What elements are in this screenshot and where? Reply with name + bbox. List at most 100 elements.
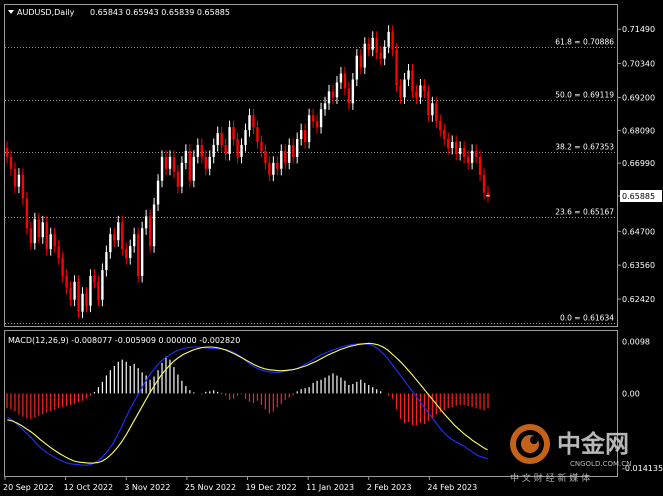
candle-body [299,130,303,140]
candle-body [172,156,176,172]
candle-body [315,121,319,128]
candle-body [423,85,426,92]
candle-body [65,275,68,288]
symbol-header[interactable]: AUDUSD,Daily 0.65843 0.65943 0.65839 0.6… [8,8,230,17]
watermark-brand: 中金网 [557,430,629,458]
candle-body [133,234,136,247]
candle-body [363,43,366,68]
candle-body [280,150,283,169]
candle-body [323,103,327,110]
cngold-logo-icon [510,424,550,464]
candle-body [180,162,184,187]
candle-body [5,147,9,157]
candle-body [224,144,227,154]
candle-body [264,150,267,163]
candle-body [192,156,196,181]
candle-body [101,269,104,300]
candle-body [17,174,21,187]
candle-body [387,31,390,47]
candle-body [212,144,215,157]
candle-body [136,234,140,276]
candle-body [439,121,442,131]
candle-body [427,91,430,116]
ohlc-values: 0.65843 0.65943 0.65839 0.65885 [90,8,230,17]
candle-body [431,103,434,116]
candle-body [49,234,52,250]
candle-body [45,222,48,250]
candle-body [73,281,76,300]
candle-body [311,115,315,122]
price-tick-label: 0.63560 [622,261,655,270]
candle-body [61,258,64,276]
candle-body [77,281,80,312]
candle-body [93,275,96,282]
candle-body [144,216,148,229]
time-tick-label: 11 Jan 2023 [306,483,354,492]
time-axis: 20 Sep 2022 12 Oct 2022 3 Nov 2022 25 Nov 2… [3,476,477,492]
candle-body [295,139,299,157]
candle-body [41,222,44,238]
candle-body [140,228,144,276]
candle-body [85,293,88,306]
candle-body [69,287,72,300]
cngold-watermark: 中金网 CNGOLD.COM.CN 中 文 财 经 新 媒 体 [510,424,631,484]
candle-body [411,70,414,92]
candle-body [288,144,291,163]
price-tick-label: 0.62420 [622,295,655,304]
price-tick-label: 0.69200 [622,93,655,102]
candle-body [307,115,311,142]
price-tick-label: 0.71490 [622,25,655,34]
candle-body [455,142,458,154]
candle-body [160,156,164,181]
candle-body [407,70,410,80]
candle-body [339,73,343,83]
candle-body [276,162,279,169]
price-tick-label: 0.70340 [622,59,655,68]
candle-body [228,127,231,154]
candle-body [375,37,378,53]
macd-main-line [7,343,488,466]
candle-body [81,293,84,312]
candle-body [474,150,478,157]
candle-body [109,234,112,253]
candle-body [371,37,374,50]
candles [5,25,490,319]
candle-body [204,156,207,169]
candle-body [236,139,239,157]
candle-body [248,115,251,131]
candle-body [347,88,351,104]
price-tick-label: 0.66990 [622,159,655,168]
candle-body [272,162,275,175]
price-axis: 0.71490 0.70340 0.69200 0.68090 0.66990 0.658… [617,25,662,304]
candle-body [260,142,263,151]
macd-signal-line [7,342,488,464]
macd-tick-label: 0.0098 [622,338,650,347]
symbol-label: AUDUSD,Daily [17,8,75,17]
candle-body [208,156,211,169]
candle-body [125,249,128,259]
time-tick-label: 24 Feb 2023 [427,483,477,492]
dropdown-triangle-icon[interactable] [8,10,14,14]
candle-body [303,130,307,142]
candle-body [403,79,406,98]
candle-body [21,174,25,199]
candle-body [415,91,418,98]
candle-body [176,171,180,187]
candle-body [168,156,172,169]
fib-label: 61.8 = 0.70886 [555,38,614,47]
candle-body [462,147,466,157]
candle-body [331,91,335,98]
candle-body [148,216,152,247]
candle-body [252,115,255,128]
candle-body [196,144,200,157]
time-tick-label: 20 Sep 2022 [3,483,54,492]
candle-body [29,228,33,244]
candle-body [379,52,382,59]
price-tick-label: 0.64700 [622,227,655,236]
candle-body [152,204,156,247]
time-tick-label: 3 Nov 2022 [124,483,170,492]
candle-body [216,133,219,145]
candle-body [292,144,295,157]
candle-body [33,219,37,244]
candle-body [117,222,120,241]
